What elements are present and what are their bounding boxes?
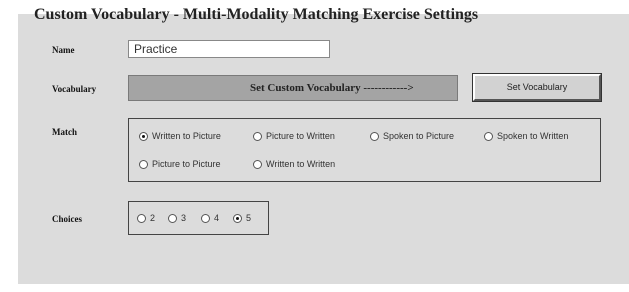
radio-icon <box>139 159 148 169</box>
radio-label: Spoken to Picture <box>383 131 455 141</box>
choices-label: Choices <box>52 214 82 224</box>
choice-option-4[interactable]: 4 <box>201 213 219 223</box>
name-label: Name <box>52 45 75 55</box>
window-title: Custom Vocabulary - Multi-Modality Match… <box>34 6 479 23</box>
radio-label: Picture to Picture <box>152 159 221 169</box>
radio-label: Written to Picture <box>152 131 221 141</box>
vocabulary-label: Vocabulary <box>52 84 97 94</box>
match-option-picture-to-picture[interactable]: Picture to Picture <box>139 159 221 169</box>
radio-label: Picture to Written <box>266 131 335 141</box>
match-option-spoken-to-written[interactable]: Spoken to Written <box>484 131 568 141</box>
name-field[interactable]: Practice <box>128 40 330 58</box>
vocabulary-bar: Set Custom Vocabulary ------------> <box>128 75 458 101</box>
match-option-picture-to-written[interactable]: Picture to Written <box>253 131 335 141</box>
radio-label: Spoken to Written <box>497 131 569 141</box>
radio-label: 5 <box>246 213 252 223</box>
radio-icon <box>137 213 146 223</box>
radio-icon <box>484 131 493 141</box>
radio-icon <box>168 213 177 223</box>
radio-icon <box>253 159 262 169</box>
radio-icon <box>370 131 379 141</box>
match-option-written-to-written[interactable]: Written to Written <box>253 159 335 169</box>
radio-label: Written to Written <box>266 159 336 169</box>
radio-icon <box>139 131 148 141</box>
match-option-spoken-to-picture[interactable]: Spoken to Picture <box>370 131 454 141</box>
radio-icon <box>253 131 262 141</box>
choices-group: 2 3 4 5 <box>128 201 269 235</box>
radio-label: 3 <box>181 213 187 223</box>
match-group: Written to Picture Picture to Written Sp… <box>128 118 601 182</box>
set-vocabulary-button[interactable]: Set Vocabulary <box>472 73 602 102</box>
radio-label: 2 <box>150 213 156 223</box>
choice-option-3[interactable]: 3 <box>168 213 186 223</box>
radio-icon <box>233 213 242 223</box>
choice-option-2[interactable]: 2 <box>137 213 155 223</box>
match-label: Match <box>52 127 77 137</box>
choice-option-5[interactable]: 5 <box>233 213 251 223</box>
radio-icon <box>201 213 210 223</box>
radio-label: 4 <box>214 213 220 223</box>
match-option-written-to-picture[interactable]: Written to Picture <box>139 131 221 141</box>
